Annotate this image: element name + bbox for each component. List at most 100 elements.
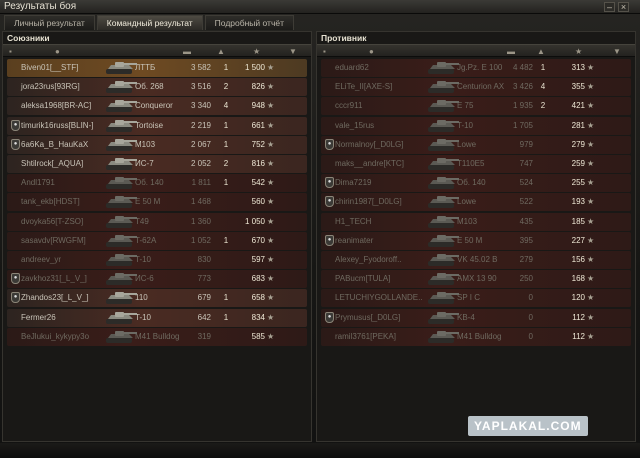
player-name: maks__andre[KTC] <box>335 159 404 168</box>
player-row[interactable]: ● reanimater E 50 M 395 227 ★ <box>321 231 631 250</box>
player-row[interactable]: H1_TECH M103 435 185 ★ <box>321 212 631 231</box>
damage-value: 279 <box>519 255 533 264</box>
xp-value: 826 <box>251 82 265 92</box>
damage-value: 395 <box>519 235 533 245</box>
player-row[interactable]: BeJlukui_kykypy3o M41 Bulldog 319 585 ★ <box>7 327 307 346</box>
player-row[interactable]: ● Zhandos23[_L_V_] 110 679 1 658 ★ <box>7 289 307 308</box>
tank-name: Conqueror <box>135 101 173 111</box>
player-name: timurik16russ[BLIN-] <box>21 120 94 130</box>
platoon-column-icon[interactable]: ▪ <box>323 47 326 56</box>
xp-value: 168 <box>571 274 585 284</box>
player-row[interactable]: Fermer26 T-10 642 1 834 ★ <box>7 308 307 327</box>
frags-column-icon[interactable]: ▲ <box>217 47 225 56</box>
star-icon: ★ <box>267 139 275 149</box>
player-row[interactable]: ● Dima7219 Об. 140 524 255 ★ <box>321 174 631 193</box>
damage-column-icon[interactable]: ▬ <box>183 47 191 56</box>
damage-value: 4 482 <box>512 63 533 72</box>
player-row[interactable]: eduard62 Jg.Pz. E 100 4 482 1 313 ★ <box>321 59 631 77</box>
player-row[interactable]: ● 6a6Ka_B_HauKaX M103 2 067 1 752 ★ <box>7 135 307 154</box>
tank-name: AMX 13 90 <box>457 274 497 284</box>
player-row[interactable]: LETUCHIYGOLLANDE.. SP I C 0 120 ★ <box>321 289 631 308</box>
tab-team-result[interactable]: Командный результат <box>96 15 203 30</box>
xp-value: 112 <box>572 331 585 341</box>
player-row[interactable]: cccr911 E 75 1 935 2 421 ★ <box>321 97 631 116</box>
player-row[interactable]: sasavdv[RWGFM] T-62A 1 052 1 670 ★ <box>7 231 307 250</box>
star-icon: ★ <box>267 255 275 264</box>
close-button[interactable]: × <box>618 2 629 12</box>
sort-column-icon[interactable]: ▼ <box>613 47 621 56</box>
player-name: LETUCHIYGOLLANDE.. <box>335 293 423 303</box>
tab-detailed-report[interactable]: Подробный отчёт <box>204 15 294 30</box>
platoon-icon: ● <box>11 138 20 150</box>
player-name: ramil3761[PEKA] <box>335 331 396 341</box>
tank-icon <box>425 290 461 306</box>
player-name: H1_TECH <box>335 216 372 226</box>
player-row[interactable]: ramil3761[PEKA] M41 Bulldog 0 112 ★ <box>321 327 631 346</box>
tab-bar: Личный результат Командный результат Под… <box>4 15 294 30</box>
xp-value: 421 <box>571 101 585 111</box>
sort-column-icon[interactable]: ▼ <box>289 47 297 56</box>
xp-value: 185 <box>571 216 585 226</box>
player-name: Zhandos23[_L_V_] <box>21 293 89 303</box>
star-icon: ★ <box>267 274 275 284</box>
player-row[interactable]: Biven01[__STF] ЛТТБ 3 582 1 1 500 ★ <box>7 59 307 77</box>
player-row[interactable]: Shtilrock[_AQUA] ИС-7 2 052 2 816 ★ <box>7 155 307 173</box>
star-icon: ★ <box>267 82 275 92</box>
xp-value: 156 <box>571 255 585 264</box>
player-row[interactable]: ● chirin1987[_D0LG] Lowe 522 193 ★ <box>321 193 631 212</box>
tank-icon <box>103 60 139 76</box>
tank-icon <box>103 79 139 95</box>
player-row[interactable]: aleksa1968[BR-AC] Conqueror 3 340 4 948 ★ <box>7 97 307 116</box>
player-name: aleksa1968[BR-AC] <box>21 101 92 111</box>
player-row[interactable]: jora23rus[93RG] Об. 268 3 516 2 826 ★ <box>7 78 307 97</box>
player-row[interactable]: ELiTe_II[AXE-S] Centurion AX 3 426 4 355 ★ <box>321 78 631 97</box>
damage-value: 2 067 <box>190 139 211 149</box>
player-row[interactable]: dvoyka56[T-ZSO] T49 1 360 1 050 ★ <box>7 212 307 231</box>
star-icon: ★ <box>267 293 275 303</box>
star-icon: ★ <box>267 101 275 111</box>
player-row[interactable]: tank_ekb[HDST] E 50 M1 468 560 ★ <box>7 193 307 212</box>
player-name: andreev_yr <box>21 255 62 264</box>
player-row[interactable]: andreev_yr T-10 830 597 ★ <box>7 251 307 269</box>
xp-column-icon[interactable]: ★ <box>575 47 582 56</box>
player-name: sasavdv[RWGFM] <box>21 235 86 245</box>
tank-icon <box>425 233 461 249</box>
star-icon: ★ <box>587 331 595 341</box>
tank-icon <box>425 98 461 114</box>
player-row[interactable]: vale_15rus T-10 1 705 281 ★ <box>321 116 631 135</box>
star-icon: ★ <box>587 293 595 303</box>
player-name: BeJlukui_kykypy3o <box>21 331 90 341</box>
player-column-icon[interactable]: ● <box>55 47 60 56</box>
player-row[interactable]: Alexey_Fyodoroff.. VK 45.02 B 279 156 ★ <box>321 251 631 269</box>
platoon-icon: ● <box>325 311 334 323</box>
damage-value: 3 426 <box>512 82 533 92</box>
player-name: ELiTe_II[AXE-S] <box>335 82 393 92</box>
player-row[interactable]: ● timurik16russ[BLIN-] Tortoise 2 219 1 661 ★ <box>7 116 307 135</box>
player-name: eduard62 <box>335 63 369 72</box>
tank-icon <box>425 137 461 153</box>
tank-name: T110E5 <box>457 159 485 168</box>
tank-icon <box>425 252 461 268</box>
minimize-button[interactable]: – <box>604 2 615 12</box>
tank-icon <box>425 310 461 326</box>
damage-value: 773 <box>197 274 211 284</box>
platoon-icon: ● <box>325 177 334 189</box>
player-row[interactable]: Andl1791 Об. 140 1 811 1 542 ★ <box>7 174 307 193</box>
player-name: Prymusus[_D0LG] <box>335 312 401 322</box>
tank-icon <box>425 60 461 76</box>
player-row[interactable]: PABucm[TULA] AMX 13 90 250 168 ★ <box>321 270 631 289</box>
damage-column-icon[interactable]: ▬ <box>507 47 515 56</box>
tank-icon <box>103 137 139 153</box>
platoon-column-icon[interactable]: ▪ <box>9 47 12 56</box>
player-row[interactable]: maks__andre[KTC] T110E5 747 259 ★ <box>321 155 631 173</box>
player-row[interactable]: ● zavkhoz31[_L_V_] ИС-6 773 683 ★ <box>7 270 307 289</box>
star-icon: ★ <box>587 139 595 149</box>
player-column-icon[interactable]: ● <box>369 47 374 56</box>
tab-personal-result[interactable]: Личный результат <box>4 15 95 30</box>
player-row[interactable]: ● Normalnoy[_D0LG] Lowe 979 279 ★ <box>321 135 631 154</box>
xp-column-icon[interactable]: ★ <box>253 47 260 56</box>
player-name: tank_ekb[HDST] <box>21 197 80 207</box>
frags-column-icon[interactable]: ▲ <box>537 47 545 56</box>
star-icon: ★ <box>267 159 275 168</box>
player-row[interactable]: ● Prymusus[_D0LG] KB-4 0 112 ★ <box>321 308 631 327</box>
